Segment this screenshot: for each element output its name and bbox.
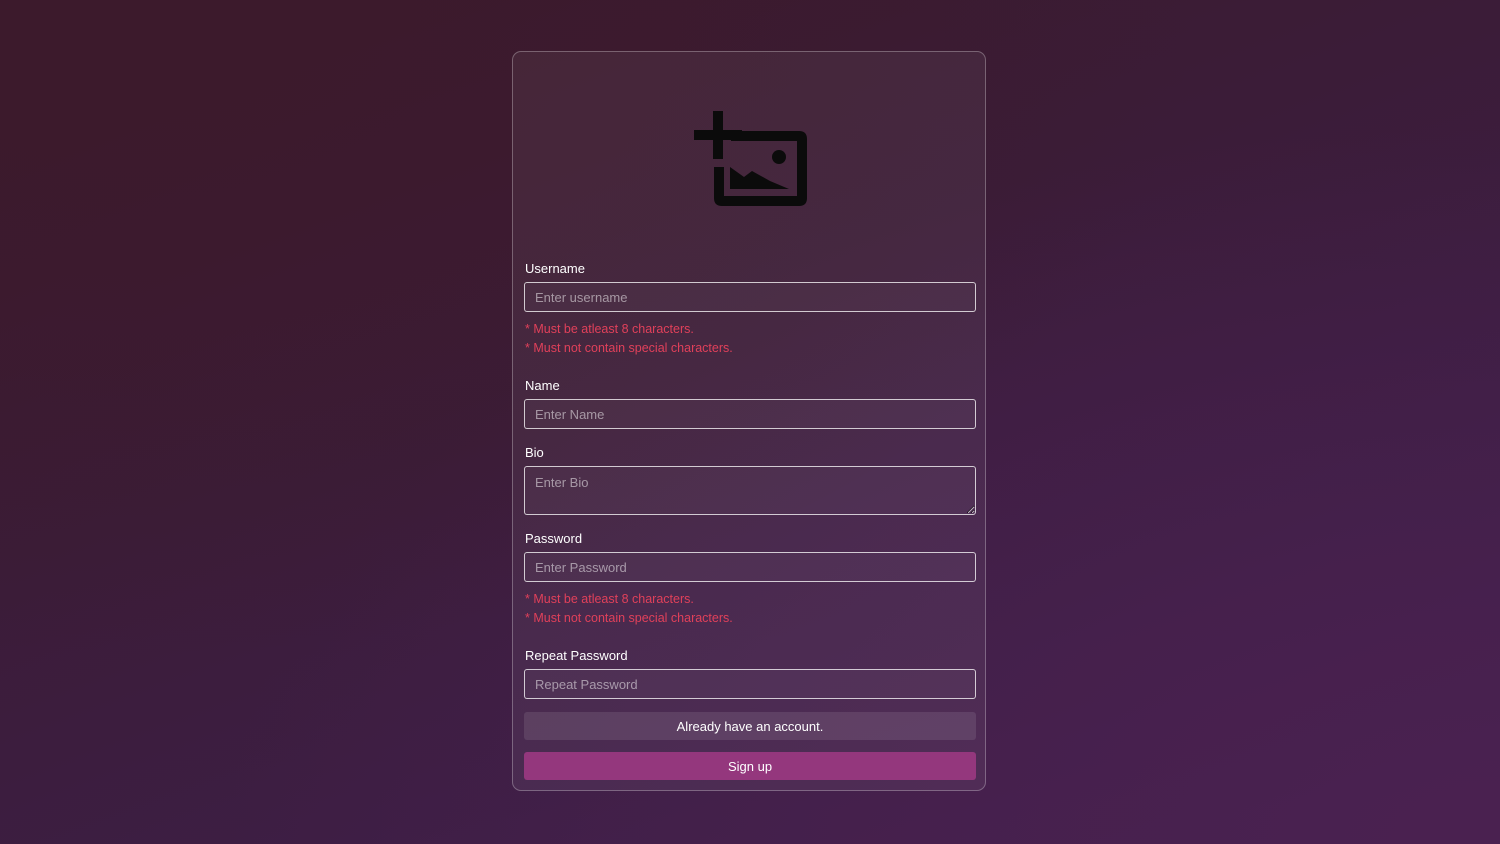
- repeat-password-input[interactable]: [524, 669, 976, 699]
- login-link-button[interactable]: Already have an account.: [524, 712, 976, 740]
- username-input[interactable]: [524, 282, 976, 312]
- password-input[interactable]: [524, 552, 976, 582]
- password-hint-special: * Must not contain special characters.: [525, 611, 733, 625]
- sign-up-button[interactable]: Sign up: [524, 752, 976, 780]
- add-photo-icon: [694, 111, 807, 206]
- username-label: Username: [525, 261, 585, 276]
- name-label: Name: [525, 378, 560, 393]
- bio-label: Bio: [525, 445, 544, 460]
- username-hint-special: * Must not contain special characters.: [525, 341, 733, 355]
- password-label: Password: [525, 531, 583, 546]
- name-input[interactable]: [524, 399, 976, 429]
- bio-textarea[interactable]: [524, 466, 976, 515]
- password-hint-length: * Must be atleast 8 characters.: [525, 592, 694, 606]
- avatar-upload-button[interactable]: [693, 108, 811, 208]
- repeat-password-label: Repeat Password: [525, 648, 628, 663]
- username-hint-length: * Must be atleast 8 characters.: [525, 322, 694, 336]
- signup-card: Username * Must be atleast 8 characters.…: [512, 51, 986, 791]
